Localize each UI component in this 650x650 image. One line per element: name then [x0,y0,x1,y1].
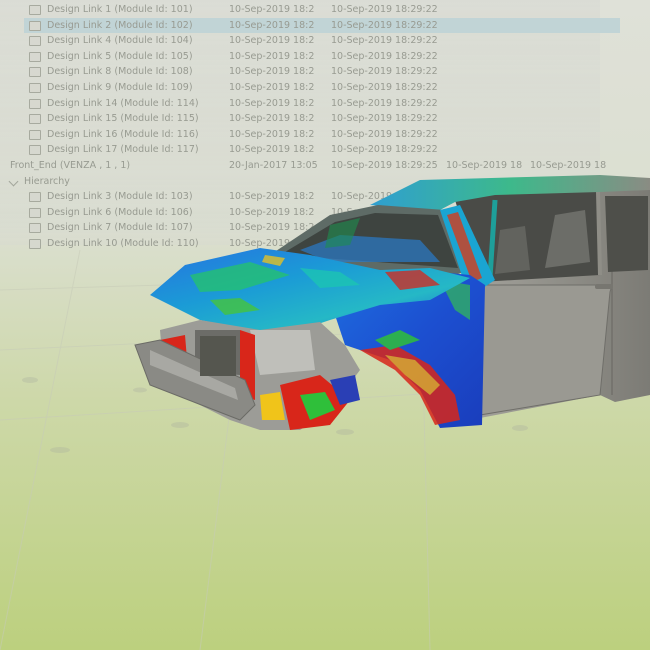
car-fea-model[interactable] [0,0,650,650]
radiator [200,336,236,376]
door-handle [595,284,613,289]
